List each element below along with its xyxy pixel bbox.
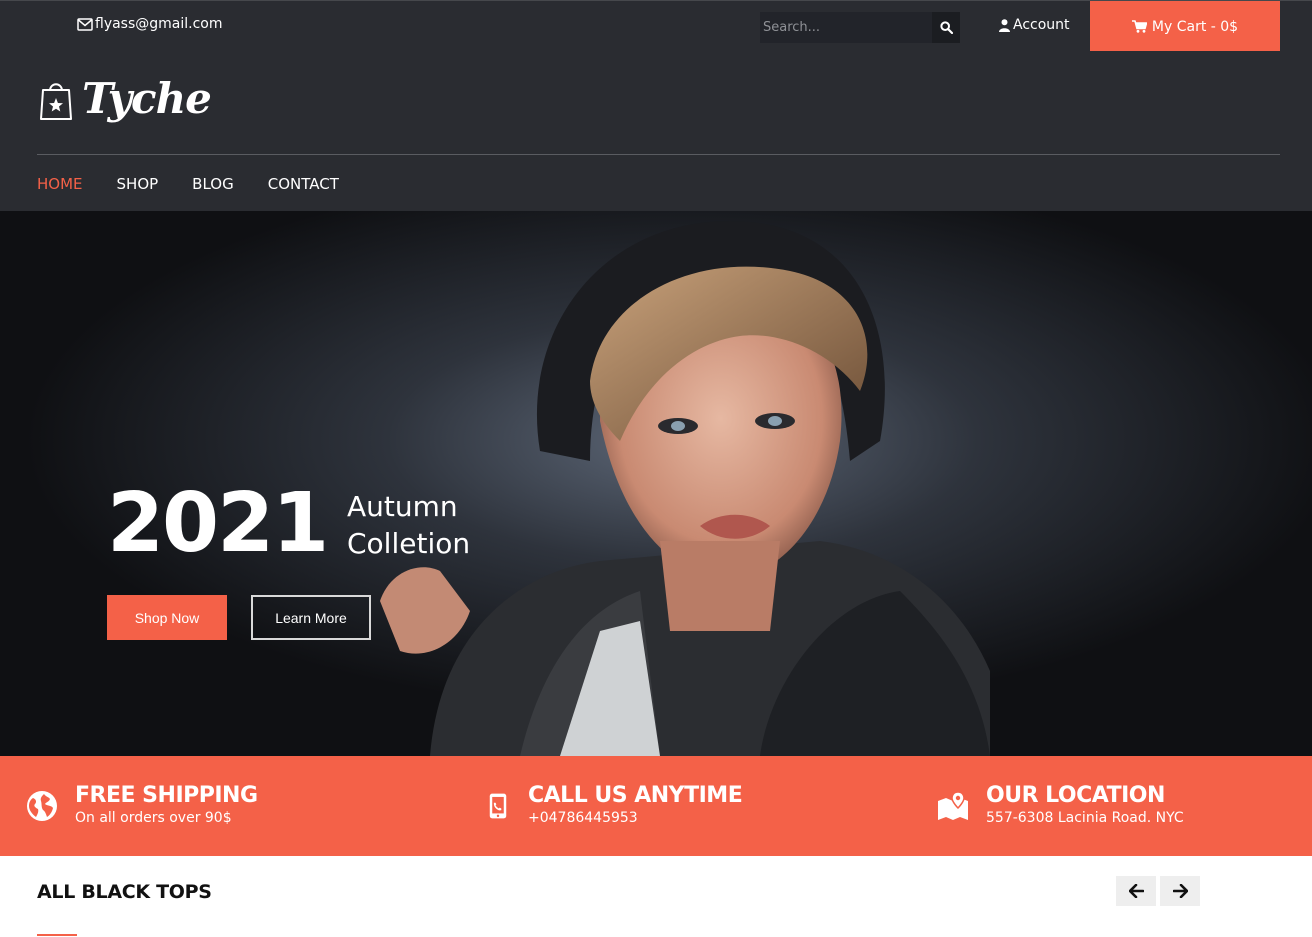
main-nav: HOME SHOP BLOG CONTACT <box>37 175 373 193</box>
nav-item-blog[interactable]: BLOG <box>192 175 234 193</box>
feature-location-title: OUR LOCATION <box>986 783 1165 808</box>
header-divider <box>37 154 1280 155</box>
globe-icon <box>27 791 57 821</box>
site-logo[interactable]: Tyche <box>40 74 212 123</box>
section-title: ALL BLACK TOPS <box>37 881 212 903</box>
hero-banner: 2021 Autumn Colletion Shop Now Learn Mor… <box>0 211 1312 756</box>
search-button[interactable] <box>932 12 960 43</box>
map-icon <box>938 791 968 820</box>
search-form <box>760 12 960 43</box>
carousel-next-button[interactable] <box>1160 876 1200 906</box>
nav-item-home[interactable]: HOME <box>37 175 83 193</box>
phone-icon <box>489 793 507 819</box>
feature-call: CALL US ANYTIME +04786445953 <box>484 756 743 856</box>
section-underline <box>37 934 77 936</box>
feature-location: OUR LOCATION 557-6308 Lacinia Road. NYC <box>936 756 1184 856</box>
feature-call-title: CALL US ANYTIME <box>528 783 743 808</box>
feature-location-subtitle: 557-6308 Lacinia Road. NYC <box>986 810 1184 826</box>
feature-shipping: FREE SHIPPING On all orders over 90$ <box>25 756 258 856</box>
feature-shipping-subtitle: On all orders over 90$ <box>75 810 232 826</box>
envelope-icon <box>77 17 93 31</box>
hero-subtitle-line-2: Colletion <box>347 527 471 560</box>
hero-subtitle-line-1: Autumn <box>347 490 458 523</box>
search-icon <box>939 21 953 34</box>
learn-more-button[interactable]: Learn More <box>251 595 371 640</box>
account-link[interactable]: Account <box>999 17 1070 33</box>
feature-call-subtitle: +04786445953 <box>528 810 638 826</box>
arrow-left-icon <box>1128 884 1144 898</box>
cart-icon <box>1131 20 1147 33</box>
hero-year: 2021 <box>107 476 329 571</box>
logo-text: Tyche <box>82 74 212 123</box>
account-label: Account <box>1013 17 1070 33</box>
search-input[interactable] <box>760 12 932 43</box>
arrow-right-icon <box>1172 884 1188 898</box>
feature-shipping-title: FREE SHIPPING <box>75 783 258 808</box>
cart-button[interactable]: My Cart - 0$ <box>1090 1 1280 52</box>
nav-item-contact[interactable]: CONTACT <box>268 175 339 193</box>
email-contact[interactable]: flyass@gmail.com <box>77 16 223 32</box>
user-icon <box>999 18 1010 32</box>
nav-item-shop[interactable]: SHOP <box>117 175 159 193</box>
hero-subtitle: Autumn Colletion <box>347 488 470 562</box>
shop-now-button[interactable]: Shop Now <box>107 595 227 640</box>
features-strip: FREE SHIPPING On all orders over 90$ CAL… <box>0 756 1312 856</box>
top-bar: flyass@gmail.com Account My Cart - 0$ <box>0 0 1312 52</box>
site-header: Tyche HOME SHOP BLOG CONTACT <box>0 51 1312 211</box>
shopping-bag-icon <box>40 82 72 120</box>
email-text: flyass@gmail.com <box>95 16 223 32</box>
carousel-prev-button[interactable] <box>1116 876 1156 906</box>
cart-label: My Cart - 0$ <box>1151 18 1239 35</box>
